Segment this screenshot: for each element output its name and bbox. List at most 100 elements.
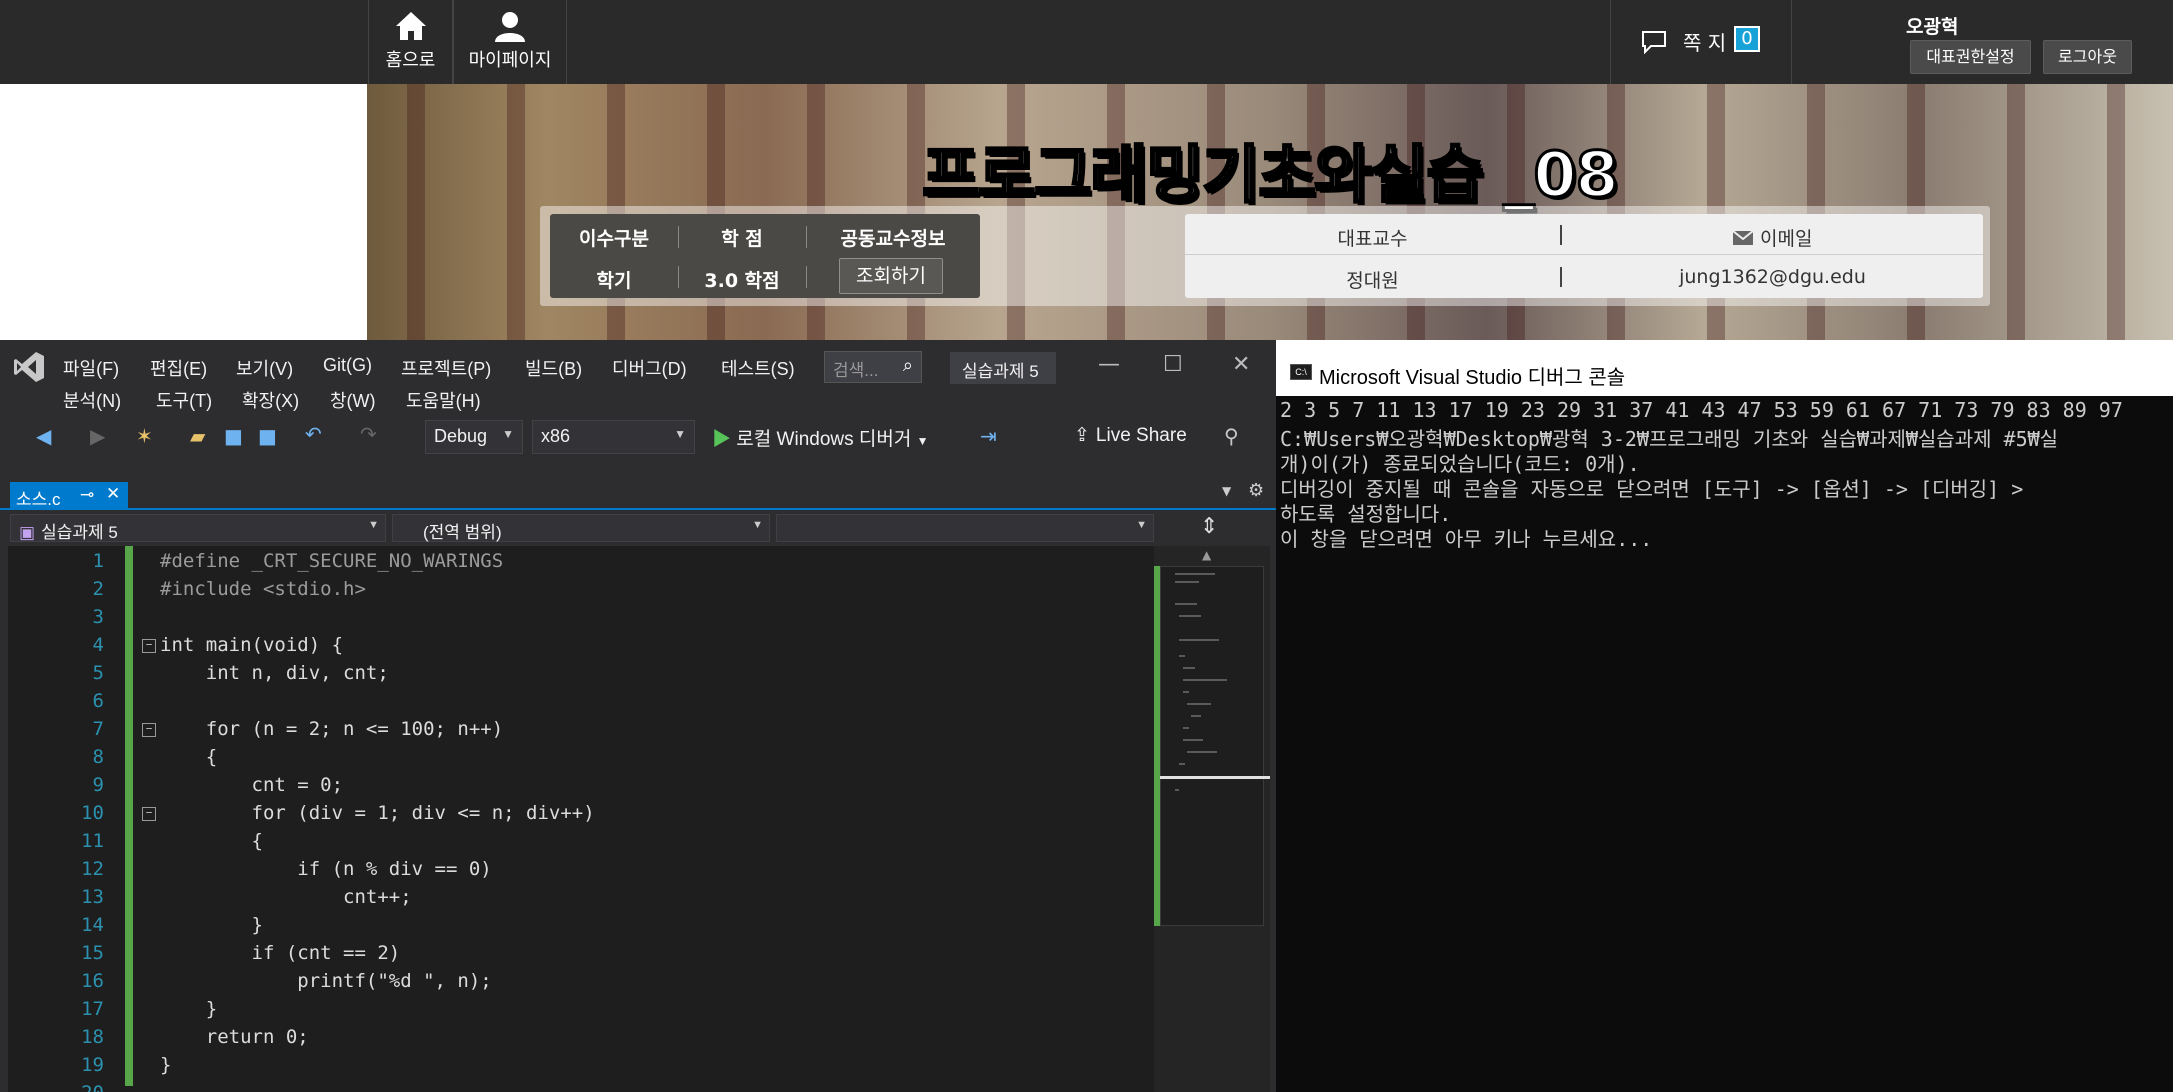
code-line: } (160, 998, 218, 1020)
scroll-up-icon[interactable]: ▲ (1202, 548, 1211, 562)
line-number: 12 (81, 858, 104, 880)
email-header: 이메일 (1760, 228, 1813, 250)
menu-window[interactable]: 창(W) (330, 387, 376, 413)
line-number: 4 (92, 634, 104, 656)
member-dropdown[interactable]: ▼ (776, 514, 1154, 542)
fold-toggle-icon[interactable]: − (142, 807, 156, 821)
search-box[interactable]: 검색... ⌕ (824, 351, 922, 383)
menu-file[interactable]: 파일(F) (63, 355, 119, 381)
menu-help[interactable]: 도움말(H) (406, 387, 481, 413)
code-line: cnt++; (160, 886, 412, 908)
tab-list-chevron-icon[interactable]: ▼ (1222, 484, 1231, 498)
mypage-button[interactable]: 마이페이지 (453, 0, 567, 84)
redo-icon[interactable]: ↷ (360, 422, 377, 446)
visual-studio-logo-icon (14, 352, 44, 382)
solution-name: 실습과제 5 (950, 352, 1056, 384)
menu-build[interactable]: 빌드(B) (525, 355, 582, 381)
minimap-line (1179, 615, 1201, 617)
rep-auth-button[interactable]: 대표권한설정 (1910, 40, 2031, 74)
console-title-bar: C:\ Microsoft Visual Studio 디버그 콘솔 (1276, 350, 2173, 396)
run-debugger-button[interactable]: ▶ 로컬 Windows 디버거 ▼ (712, 424, 929, 451)
scrollbar-minimap[interactable]: ▲ (1154, 546, 1270, 1092)
home-button[interactable]: 홈으로 (368, 0, 453, 84)
menu-tools[interactable]: 도구(T) (156, 387, 212, 413)
maximize-icon[interactable]: ☐ (1163, 352, 1183, 377)
pin-icon[interactable]: ⊸ (80, 485, 94, 505)
rep-prof-header: 대표교수 (1337, 228, 1408, 250)
play-icon: ▶ (712, 429, 732, 450)
line-number: 3 (92, 606, 104, 628)
credits-header: 학 점 (721, 228, 763, 250)
home-label: 홈으로 (385, 50, 436, 71)
platform-dropdown[interactable]: x86 ▼ (532, 420, 695, 454)
code-line: cnt = 0; (160, 774, 344, 796)
live-share-button[interactable]: ⇪ Live Share (1074, 424, 1187, 447)
line-number: 8 (92, 746, 104, 768)
config-dropdown[interactable]: Debug ▼ (425, 420, 523, 454)
scroll-thumb[interactable] (1154, 776, 1270, 779)
logout-button[interactable]: 로그아웃 (2043, 40, 2132, 74)
user-panel: 오광혁 대표권한설정 로그아웃 (1792, 0, 2173, 84)
project-value: 실습과제 5 (41, 523, 118, 542)
step-icon[interactable]: ⇥ (980, 424, 997, 448)
close-icon[interactable]: ✕ (1232, 352, 1250, 377)
mail-icon (1732, 230, 1754, 245)
console-line: 이 창을 닫으려면 아무 키나 누르세요... (1280, 527, 1653, 551)
message-button[interactable]: 쪽 지 0 (1610, 0, 1792, 84)
lookup-button[interactable]: 조회하기 (839, 258, 943, 294)
code-line: } (160, 914, 263, 936)
tab-label: 소스.c (16, 490, 61, 509)
minimap-line (1175, 789, 1179, 791)
minimap-line (1179, 655, 1185, 657)
menu-analyze[interactable]: 분석(N) (63, 387, 121, 413)
menu-edit[interactable]: 편집(E) (150, 355, 207, 381)
close-tab-icon[interactable]: ✕ (106, 484, 120, 504)
new-item-icon[interactable]: ✶ (136, 424, 153, 448)
code-line: if (cnt == 2) (160, 942, 401, 964)
feedback-icon[interactable]: ⚲ (1224, 424, 1239, 448)
open-folder-icon[interactable]: ▰ (190, 424, 205, 448)
minimap-line (1175, 581, 1199, 583)
menu-project[interactable]: 프로젝트(P) (401, 355, 491, 381)
home-icon (395, 12, 426, 40)
line-number: 15 (81, 942, 104, 964)
save-all-icon[interactable]: ■ (258, 424, 277, 448)
line-number: 2 (92, 578, 104, 600)
minimize-icon[interactable]: — (1098, 352, 1120, 377)
tab-source-c[interactable]: 소스.c ⊸ ✕ (10, 482, 128, 510)
scope-value: (전역 범위) (423, 523, 502, 542)
debug-console-window[interactable]: C:\ Microsoft Visual Studio 디버그 콘솔 2 3 5… (1276, 350, 2173, 1092)
minimap-line (1175, 573, 1215, 575)
split-editor-icon[interactable]: ⇕ (1200, 514, 1218, 539)
minimap-line (1191, 715, 1201, 717)
chevron-down-icon: ▼ (674, 427, 686, 441)
user-icon (495, 12, 525, 42)
project-dropdown[interactable]: ▣ 실습과제 5 ▼ (10, 514, 386, 542)
minimap-line (1187, 703, 1211, 705)
forward-icon[interactable]: ▶ (90, 424, 105, 448)
back-icon[interactable]: ◀ (36, 424, 51, 448)
scope-dropdown[interactable]: (전역 범위) ▼ (392, 514, 770, 542)
email-value[interactable]: jung1362@dgu.edu (1562, 266, 1983, 288)
menu-git[interactable]: Git(G) (323, 355, 372, 376)
fold-toggle-icon[interactable]: − (142, 639, 156, 653)
course-info-right: 대표교수 이메일 정대원 jung1362@dgu.edu (1185, 214, 1983, 298)
line-number: 7 (92, 718, 104, 740)
save-icon[interactable]: ■ (224, 424, 243, 448)
share-icon: ⇪ (1074, 425, 1090, 446)
gear-icon[interactable]: ⚙ (1248, 480, 1264, 501)
fold-toggle-icon[interactable]: − (142, 723, 156, 737)
undo-icon[interactable]: ↶ (305, 422, 322, 446)
code-line: if (n % div == 0) (160, 858, 492, 880)
menu-test[interactable]: 테스트(S) (721, 355, 795, 381)
minimap-line (1183, 727, 1189, 729)
minimap-line (1183, 679, 1227, 681)
change-marker (1154, 566, 1160, 926)
code-line: for (div = 1; div <= n; div++) (160, 802, 595, 824)
menu-debug[interactable]: 디버그(D) (612, 355, 687, 381)
course-title: 프로그래밍기초와실습 _08 (921, 137, 1620, 213)
co-prof-header: 공동교수정보 (840, 228, 946, 250)
menu-extensions[interactable]: 확장(X) (242, 387, 299, 413)
divider (1560, 225, 1562, 245)
menu-view[interactable]: 보기(V) (236, 355, 293, 381)
